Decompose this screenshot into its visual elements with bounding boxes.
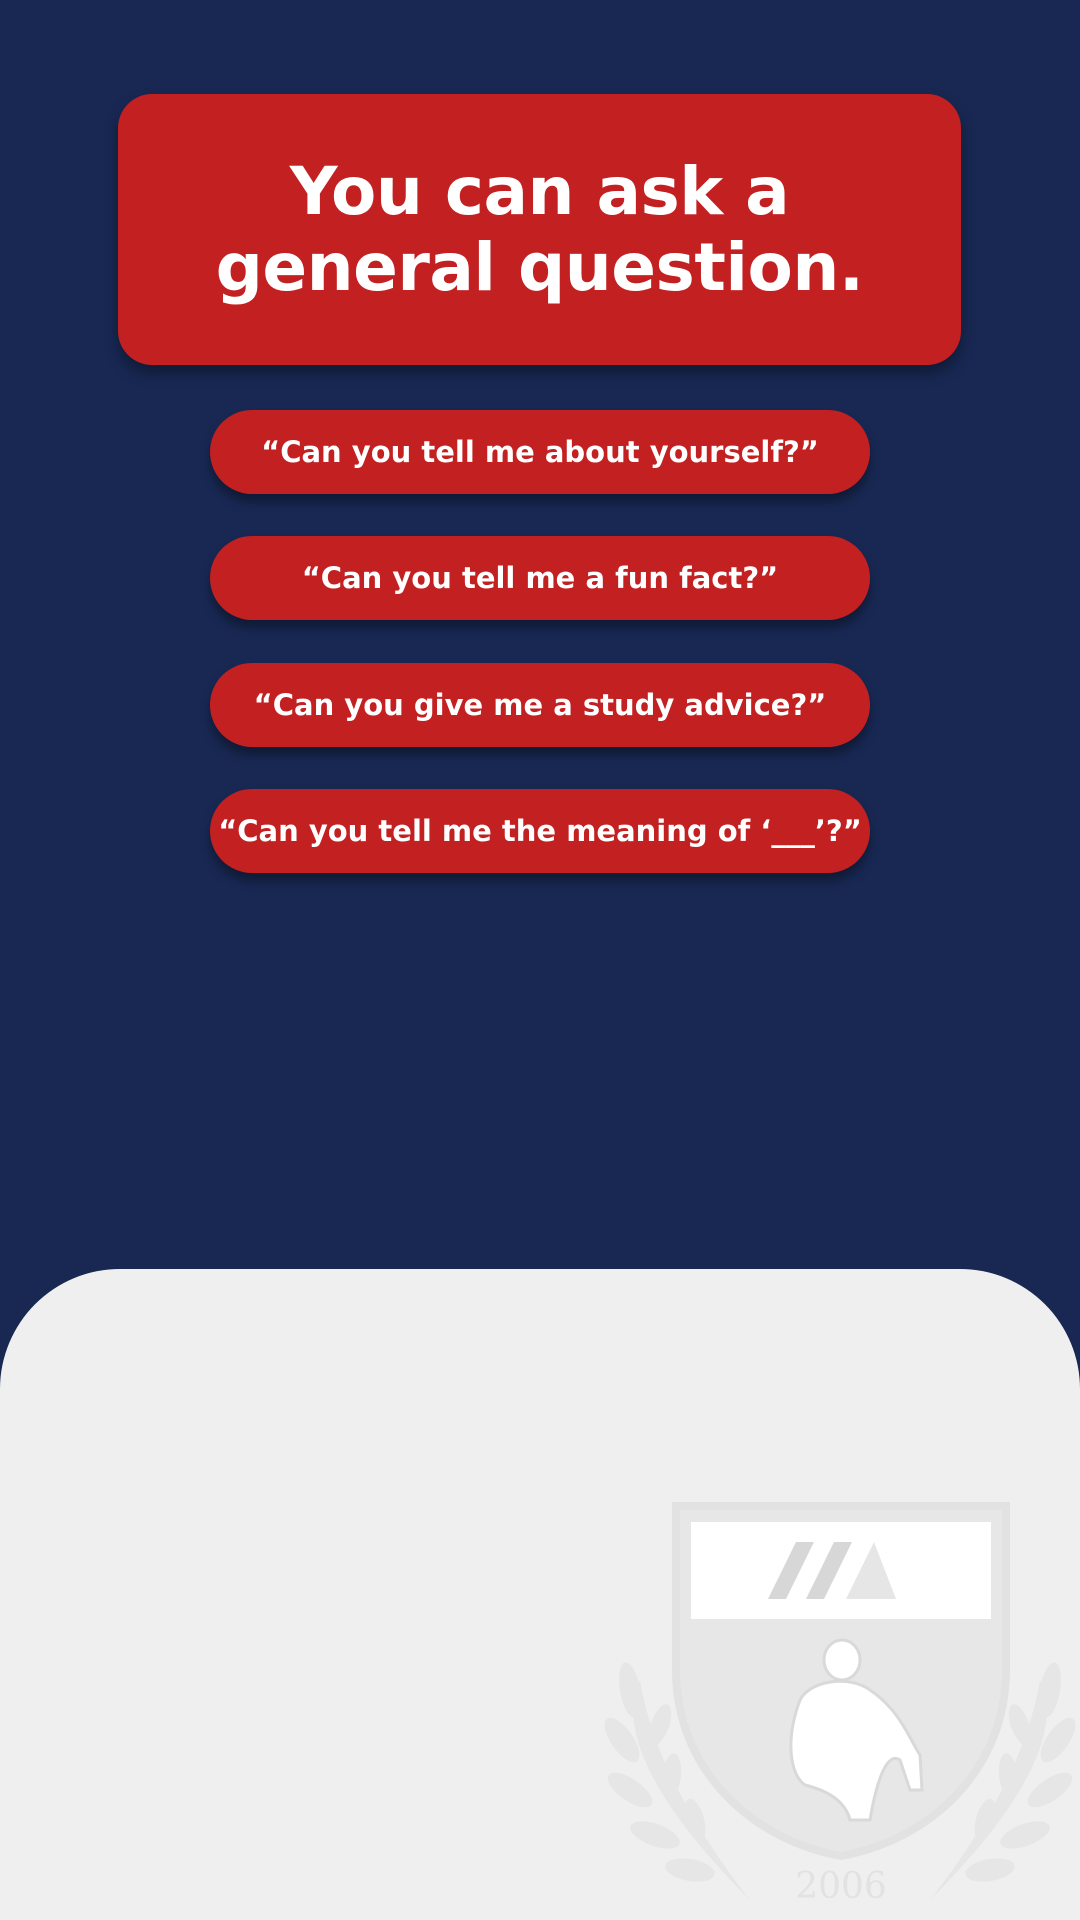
question-button-study-advice[interactable]: “Can you give me a study advice?” [210,663,870,747]
page-title: You can ask a general question. [215,152,864,306]
question-button-about-yourself[interactable]: “Can you tell me about yourself?” [210,410,870,494]
question-button-meaning-of[interactable]: “Can you tell me the meaning of ‘___’?” [210,789,870,873]
header-card: You can ask a general question. [118,94,961,365]
question-button-fun-fact[interactable]: “Can you tell me a fun fact?” [210,536,870,620]
crest-logo: 2006 [604,1502,1076,1907]
crest-year: 2006 [795,1866,887,1907]
shield-icon [672,1502,1010,1861]
